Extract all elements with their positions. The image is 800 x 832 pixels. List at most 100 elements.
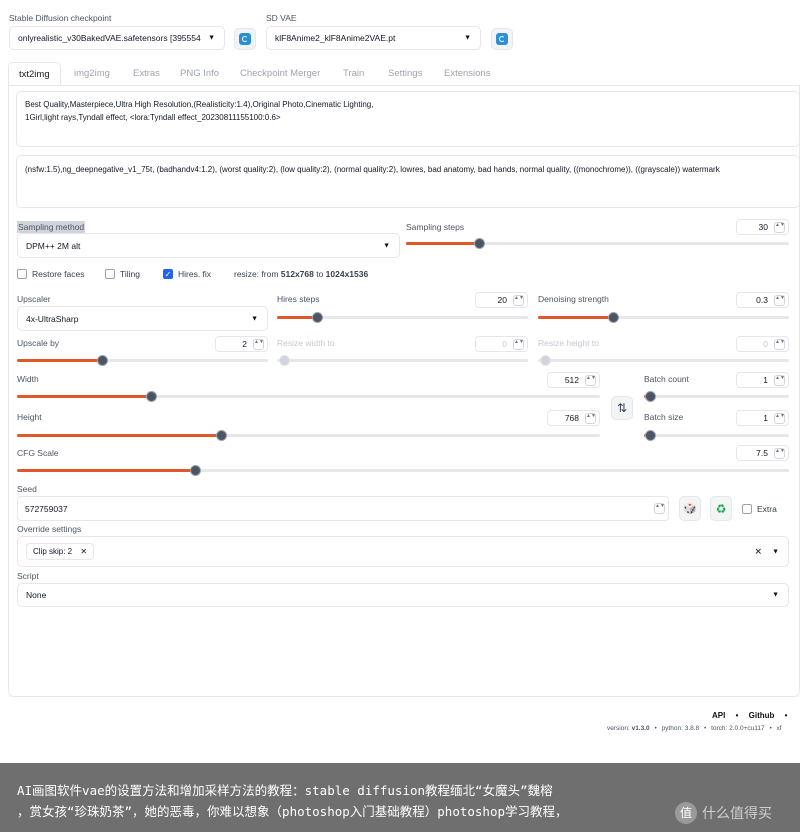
resize-height-input[interactable]: 0 ▲▼ [736, 336, 789, 352]
checkpoint-refresh-button[interactable] [234, 28, 256, 50]
hires-steps-label: Hires steps [277, 294, 320, 304]
hires-fix-checkbox[interactable]: ✓ [163, 269, 173, 279]
stepper-icon[interactable]: ▲▼ [774, 448, 785, 459]
tab-checkpoint-merger[interactable]: Checkpoint Merger [240, 62, 320, 86]
positive-prompt-textarea[interactable]: Best Quality,Masterpiece,Ultra High Reso… [16, 91, 800, 147]
hires-steps-slider[interactable] [277, 310, 528, 324]
vae-value: klF8Anime2_klF8Anime2VAE.pt [275, 33, 396, 43]
hires-steps-input[interactable]: 20 ▲▼ [475, 292, 528, 308]
stepper-icon[interactable]: ▲▼ [585, 375, 596, 386]
upscale-by-input[interactable]: 2 ▲▼ [215, 336, 268, 352]
resize-width-input[interactable]: 0 ▲▼ [475, 336, 528, 352]
caption-banner: AI画图软件vae的设置方法和增加采样方法的教程：stable diffusio… [0, 763, 800, 832]
sampling-steps-slider[interactable] [406, 236, 789, 250]
slider-thumb[interactable] [645, 391, 656, 402]
seed-input[interactable]: 572759037 ▲▼ [17, 496, 669, 521]
tab-extras[interactable]: Extras [133, 62, 160, 86]
resize-width-label: Resize width to [277, 338, 335, 348]
batch-size-label: Batch size [644, 412, 684, 422]
checkpoint-select[interactable]: onlyrealistic_v30BakedVAE.safetensors [3… [9, 26, 225, 50]
stepper-icon[interactable]: ▲▼ [513, 295, 524, 306]
extra-seed-checkbox[interactable] [742, 504, 752, 514]
width-label: Width [17, 374, 39, 384]
tiling-label: Tiling [120, 269, 140, 279]
override-settings-select[interactable]: Clip skip: 2 ✕ ✕ ▼ [17, 536, 789, 567]
tab-extensions[interactable]: Extensions [444, 62, 490, 86]
slider-thumb[interactable] [608, 312, 619, 323]
sampling-steps-label: Sampling steps [406, 222, 465, 232]
checkpoint-label: Stable Diffusion checkpoint [9, 13, 112, 23]
tab-train[interactable]: Train [343, 62, 364, 86]
cfg-scale-input[interactable]: 7.5 ▲▼ [736, 445, 789, 461]
height-label: Height [17, 412, 42, 422]
denoising-strength-input[interactable]: 0.3 ▲▼ [736, 292, 789, 308]
random-seed-button[interactable]: 🎲 [679, 496, 701, 521]
slider-thumb[interactable] [146, 391, 157, 402]
vae-select[interactable]: klF8Anime2_klF8Anime2VAE.pt ▼ [266, 26, 481, 50]
stepper-icon[interactable]: ▲▼ [774, 222, 785, 233]
slider-thumb[interactable] [216, 430, 227, 441]
tab-txt2img[interactable]: txt2img [8, 62, 61, 86]
override-chip: Clip skip: 2 ✕ [26, 543, 95, 560]
slider-thumb[interactable] [540, 355, 551, 366]
height-slider[interactable] [17, 428, 600, 442]
check-icon: ✓ [164, 270, 172, 279]
stepper-icon[interactable]: ▲▼ [253, 339, 264, 350]
close-icon[interactable]: ✕ [80, 547, 87, 556]
api-link[interactable]: API [712, 711, 725, 720]
tiling-checkbox[interactable] [105, 269, 115, 279]
stepper-icon[interactable]: ▲▼ [513, 339, 524, 350]
slider-thumb[interactable] [97, 355, 108, 366]
restore-faces-label: Restore faces [32, 269, 85, 279]
stepper-icon[interactable]: ▲▼ [774, 413, 785, 424]
batch-size-slider[interactable] [644, 428, 789, 442]
batch-size-input[interactable]: 1 ▲▼ [736, 410, 789, 426]
swap-dimensions-button[interactable]: ⇅ [611, 396, 633, 420]
resize-info: resize: from 512x768 to 1024x1536 [234, 269, 369, 279]
stepper-icon[interactable]: ▲▼ [774, 375, 785, 386]
clear-icon[interactable]: ✕ [754, 546, 762, 557]
tab-settings[interactable]: Settings [388, 62, 422, 86]
stepper-icon[interactable]: ▲▼ [774, 339, 785, 350]
cfg-scale-slider[interactable] [17, 463, 789, 477]
sampling-steps-input[interactable]: 30 ▲▼ [736, 219, 789, 235]
denoising-strength-slider[interactable] [538, 310, 789, 324]
slider-thumb[interactable] [645, 430, 656, 441]
script-value: None [26, 590, 47, 600]
negative-prompt-textarea[interactable]: (nsfw:1.5),ng_deepnegative_v1_75t, (badh… [16, 155, 800, 208]
width-slider[interactable] [17, 389, 600, 403]
chevron-down-icon: ▼ [464, 34, 471, 42]
width-input[interactable]: 512 ▲▼ [547, 372, 600, 388]
batch-count-input[interactable]: 1 ▲▼ [736, 372, 789, 388]
upscale-by-label: Upscale by [17, 338, 60, 348]
script-select[interactable]: None ▼ [17, 583, 789, 607]
height-input[interactable]: 768 ▲▼ [547, 410, 600, 426]
batch-count-slider[interactable] [644, 389, 789, 403]
slider-thumb[interactable] [474, 238, 485, 249]
resize-width-slider[interactable] [277, 353, 528, 367]
upscale-by-slider[interactable] [17, 353, 268, 367]
footer-links: API • Github • [712, 711, 788, 720]
seed-label: Seed [17, 484, 37, 494]
github-link[interactable]: Github [749, 711, 775, 720]
stepper-icon[interactable]: ▲▼ [654, 503, 665, 514]
slider-thumb[interactable] [190, 465, 201, 476]
sampling-method-select[interactable]: DPM++ 2M alt ▼ [17, 233, 400, 258]
tab-png-info[interactable]: PNG Info [180, 62, 219, 86]
chevron-down-icon: ▼ [772, 548, 779, 555]
cfg-scale-label: CFG Scale [17, 448, 59, 458]
resize-height-slider[interactable] [538, 353, 789, 367]
swap-icon: ⇅ [616, 401, 628, 415]
restore-faces-checkbox[interactable] [17, 269, 27, 279]
reuse-seed-button[interactable]: ♻ [710, 496, 732, 521]
vae-refresh-button[interactable] [491, 28, 513, 50]
stepper-icon[interactable]: ▲▼ [585, 413, 596, 424]
tab-img2img[interactable]: img2img [74, 62, 110, 86]
caption-line-1: AI画图软件vae的设置方法和增加采样方法的教程：stable diffusio… [17, 783, 553, 798]
watermark-text: 什么值得买 [702, 805, 772, 821]
stepper-icon[interactable]: ▲▼ [774, 295, 785, 306]
script-label: Script [17, 571, 39, 581]
slider-thumb[interactable] [312, 312, 323, 323]
slider-thumb[interactable] [279, 355, 290, 366]
upscaler-select[interactable]: 4x-UltraSharp ▼ [17, 306, 268, 331]
